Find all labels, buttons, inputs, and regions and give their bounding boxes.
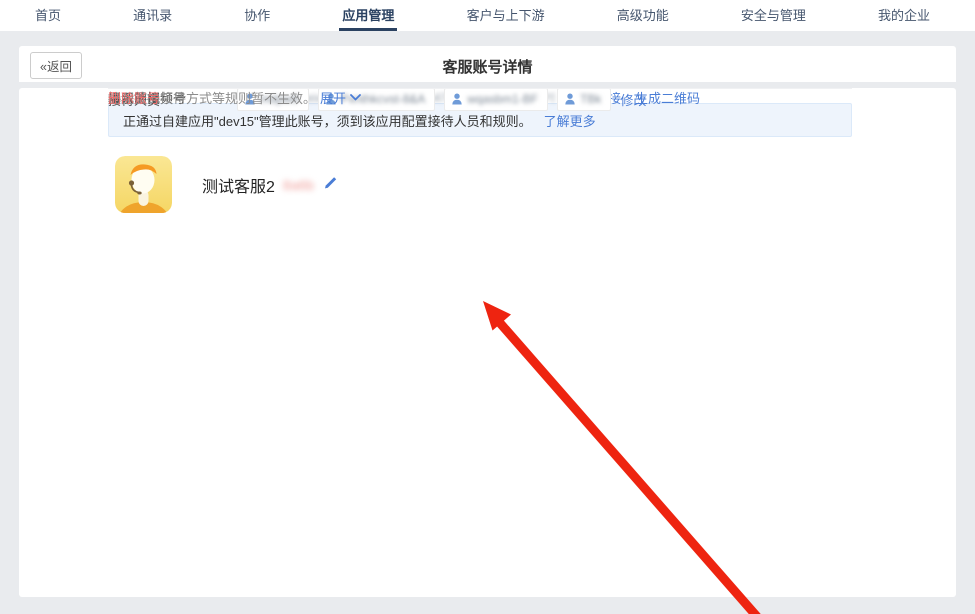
staff-member-chip: wqasbm1-BF (444, 88, 548, 111)
chevron-down-icon (350, 94, 361, 101)
modify-staff-link[interactable]: 修改 (620, 90, 646, 109)
nav-item-app-management[interactable]: 应用管理 (342, 0, 394, 31)
section-divider (108, 88, 852, 89)
nav-item-my-company[interactable]: 我的企业 (878, 0, 930, 31)
nav-item-advanced[interactable]: 高级功能 (617, 0, 669, 31)
profile-row: 测试客服2 8a6b (115, 156, 337, 213)
banner-text: 正通过自建应用"dev15"管理此账号，须到该应用配置接待人员和规则。 (123, 111, 532, 130)
nav-item-collaboration[interactable]: 协作 (244, 0, 270, 31)
delete-account-row: 删除账号 (108, 88, 160, 107)
customer-service-avatar-icon (115, 156, 172, 213)
staff-member-name-redacted: wqasbm1-BF (467, 92, 538, 106)
nav-item-security[interactable]: 安全与管理 (741, 0, 806, 31)
learn-more-link[interactable]: 了解更多 (544, 111, 596, 130)
detail-header-bar: «返回 客服账号详情 (19, 46, 956, 82)
page-title: 客服账号详情 (19, 56, 956, 77)
expand-rules-toggle[interactable]: 展开 (320, 88, 361, 107)
top-navigation: 首页 通讯录 协作 应用管理 客户与上下游 高级功能 安全与管理 我的企业 (0, 0, 975, 31)
nav-item-home[interactable]: 首页 (35, 0, 61, 31)
nav-item-customers[interactable]: 客户与上下游 (467, 0, 545, 31)
person-icon (565, 93, 575, 105)
account-detail-card: 正通过自建应用"dev15"管理此账号，须到该应用配置接待人员和规则。 了解更多… (19, 88, 956, 597)
expand-label: 展开 (320, 88, 346, 107)
account-name: 测试客服2 (202, 173, 275, 197)
pencil-edit-icon[interactable] (324, 176, 337, 194)
account-name-redacted: 8a6b (283, 177, 314, 193)
person-icon (452, 93, 462, 105)
staff-member-chip: TBk (557, 88, 611, 111)
staff-member-name-redacted: TBk (580, 92, 601, 106)
delete-account-button[interactable]: 删除账号 (108, 88, 160, 107)
nav-item-contacts[interactable]: 通讯录 (133, 0, 172, 31)
